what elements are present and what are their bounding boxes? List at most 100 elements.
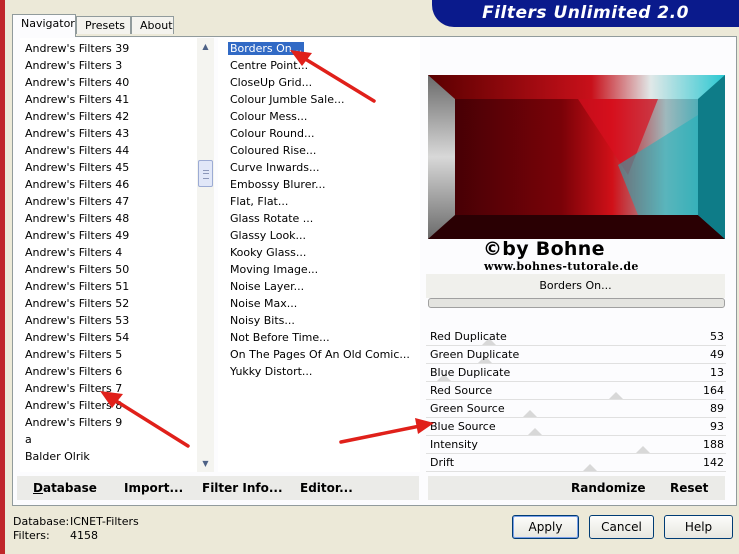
randomize-button[interactable]: Randomize (571, 476, 645, 500)
category-item[interactable]: Andrew's Filters 41 (25, 91, 129, 108)
help-button[interactable]: Help (664, 515, 733, 539)
category-item[interactable]: Andrew's Filters 3 (25, 57, 122, 74)
parameter-label: Blue Source (430, 420, 496, 433)
category-item[interactable]: Andrew's Filters 7 (25, 380, 122, 397)
parameter-row[interactable]: Red Duplicate 53 (426, 328, 726, 346)
current-filter-name: Borders On... (426, 274, 725, 298)
parameter-row[interactable]: Blue Source 93 (426, 418, 726, 436)
parameter-row[interactable]: Red Source 164 (426, 382, 726, 400)
slider-handle-icon[interactable] (636, 446, 650, 453)
reset-button[interactable]: Reset (670, 476, 708, 500)
filter-item[interactable]: Curve Inwards... (230, 159, 319, 176)
category-item[interactable]: Balder Olrik (25, 448, 90, 465)
category-item[interactable]: Andrew's Filters 46 (25, 176, 129, 193)
parameter-value: 188 (703, 438, 724, 451)
filter-item[interactable]: Colour Jumble Sale... (230, 91, 344, 108)
filter-item[interactable]: Noise Layer... (230, 278, 304, 295)
filter-item[interactable]: Coloured Rise... (230, 142, 316, 159)
slider-handle-icon[interactable] (583, 464, 597, 471)
parameter-value: 13 (710, 366, 724, 379)
scroll-down-icon[interactable]: ▼ (197, 455, 214, 472)
filter-item[interactable]: Flat, Flat... (230, 193, 288, 210)
category-item[interactable]: Andrew's Filters 45 (25, 159, 129, 176)
editor-button[interactable]: Editor... (300, 476, 353, 500)
filter-item[interactable]: Noisy Bits... (230, 312, 295, 329)
parameter-label: Red Source (430, 384, 493, 397)
filters-status-label: Filters: (13, 529, 50, 542)
category-item[interactable]: Andrew's Filters 9 (25, 414, 122, 431)
credit-url: www.bohnes-tutorale.de (484, 260, 639, 273)
slider-handle-icon[interactable] (528, 428, 542, 435)
filter-list[interactable]: Borders On... Centre Point... CloseUp Grid… (218, 38, 420, 472)
import-button[interactable]: Import... (124, 476, 183, 500)
category-item[interactable]: Andrew's Filters 53 (25, 312, 129, 329)
filter-item[interactable]: Colour Mess... (230, 108, 307, 125)
tab-presets[interactable]: Presets (76, 16, 131, 34)
filter-item[interactable]: Yukky Distort... (230, 363, 312, 380)
parameter-value: 49 (710, 348, 724, 361)
filter-item[interactable]: Moving Image... (230, 261, 318, 278)
category-item[interactable]: Andrew's Filters 49 (25, 227, 129, 244)
category-item[interactable]: Andrew's Filters 39 (25, 40, 129, 57)
category-item[interactable]: Andrew's Filters 5 (25, 346, 122, 363)
filter-item-label: Noise Layer... (230, 280, 305, 293)
category-item[interactable]: Andrew's Filters 54 (25, 329, 129, 346)
parameter-row[interactable]: Green Duplicate 49 (426, 346, 726, 364)
scroll-thumb[interactable] (198, 160, 213, 187)
tab-navigator[interactable]: Navigator (12, 14, 76, 37)
filter-item[interactable]: Centre Point... (230, 57, 308, 74)
filter-item-label: Noise Max... (230, 297, 298, 310)
filter-item-label: Moving Image... (230, 263, 319, 276)
filter-item[interactable]: Glassy Look... (230, 227, 306, 244)
parameter-label: Red Duplicate (430, 330, 507, 343)
category-item[interactable]: Andrew's Filters 43 (25, 125, 129, 142)
filter-item[interactable]: Colour Round... (230, 125, 314, 142)
cancel-button[interactable]: Cancel (589, 515, 654, 539)
category-item[interactable]: Andrew's Filters 4 (25, 244, 122, 261)
category-item[interactable]: Andrew's Filters 52 (25, 295, 129, 312)
category-item[interactable]: Andrew's Filters 8 (25, 397, 122, 414)
parameter-value: 53 (710, 330, 724, 343)
filter-item[interactable]: Noise Max... (230, 295, 297, 312)
category-item[interactable]: Andrew's Filters 48 (25, 210, 129, 227)
category-list[interactable]: Andrew's Filters 39 Andrew's Filters 3 And… (20, 38, 197, 472)
parameter-row[interactable]: Green Source 89 (426, 400, 726, 418)
filter-item[interactable]: CloseUp Grid... (230, 74, 312, 91)
progress-bar (428, 298, 725, 308)
filter-item[interactable]: Glass Rotate ... (230, 210, 313, 227)
slider-handle-icon[interactable] (609, 392, 623, 399)
category-item[interactable]: Andrew's Filters 44 (25, 142, 129, 159)
filter-item-label: Centre Point... (230, 59, 309, 72)
filter-item-label: Colour Jumble Sale... (230, 93, 345, 106)
category-scrollbar[interactable]: ▲ ▼ (197, 38, 214, 472)
filters-status-value: 4158 (70, 529, 98, 542)
scroll-up-icon[interactable]: ▲ (197, 38, 214, 55)
filter-item[interactable]: Embossy Blurer... (230, 176, 325, 193)
category-item[interactable]: Andrew's Filters 6 (25, 363, 122, 380)
database-button[interactable]: Database (33, 476, 97, 500)
filter-item-label: Not Before Time... (230, 331, 330, 344)
filter-item-label: Noisy Bits... (230, 314, 295, 327)
parameter-row[interactable]: Blue Duplicate 13 (426, 364, 726, 382)
category-item[interactable]: Andrew's Filters 47 (25, 193, 129, 210)
filter-item[interactable]: Not Before Time... (230, 329, 330, 346)
category-item[interactable]: Andrew's Filters 40 (25, 74, 129, 91)
filter-item[interactable]: On The Pages Of An Old Comic... (230, 346, 410, 363)
filter-item-label: Kooky Glass... (230, 246, 307, 259)
tab-about[interactable]: About (131, 16, 174, 34)
category-item[interactable]: Andrew's Filters 50 (25, 261, 129, 278)
category-item[interactable]: a (25, 431, 32, 448)
category-item[interactable]: Andrew's Filters 42 (25, 108, 129, 125)
category-item[interactable]: Andrew's Filters 51 (25, 278, 129, 295)
apply-button[interactable]: Apply (512, 515, 579, 539)
filter-info-button[interactable]: Filter Info... (202, 476, 283, 500)
database-status-value: ICNET-Filters (70, 515, 139, 528)
parameter-row[interactable]: Intensity 188 (426, 436, 726, 454)
parameter-row[interactable]: Drift 142 (426, 454, 726, 472)
filter-item-label: Colour Round... (230, 127, 315, 140)
title-banner: Filters Unlimited 2.0 (432, 0, 739, 27)
filter-item[interactable]: Borders On... (228, 40, 305, 57)
preview-image (428, 75, 725, 239)
slider-handle-icon[interactable] (523, 410, 537, 417)
filter-item[interactable]: Kooky Glass... (230, 244, 306, 261)
